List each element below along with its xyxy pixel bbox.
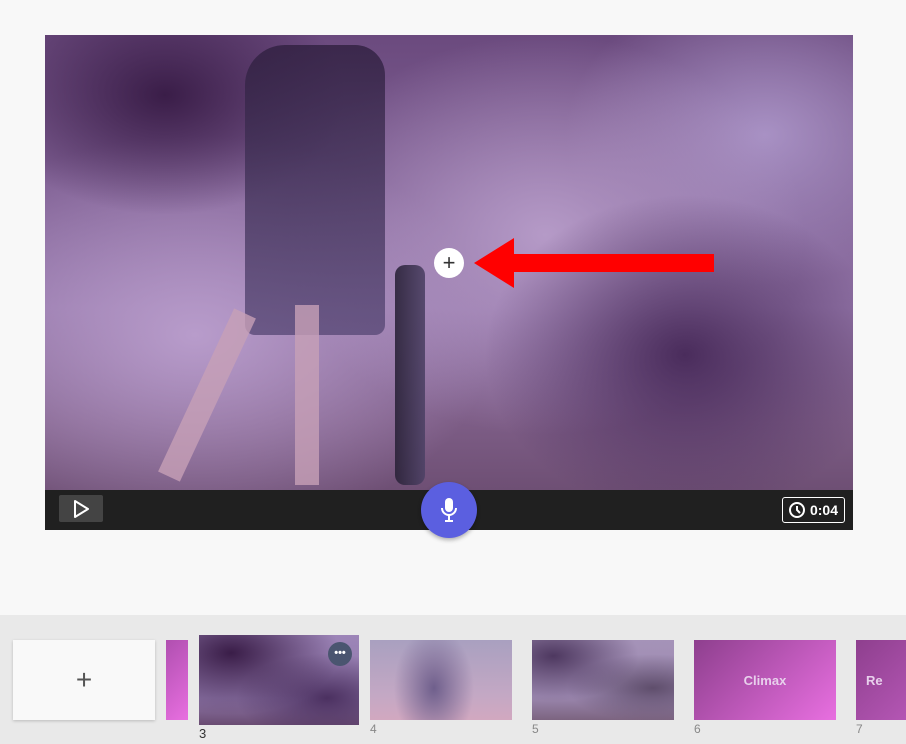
leg [295, 305, 319, 485]
play-icon [74, 499, 89, 518]
slide-thumbnail-7[interactable]: Re [856, 640, 906, 720]
slide-thumbnail-3[interactable]: ••• [199, 635, 359, 725]
slide-thumbnail-6[interactable]: Climax [694, 640, 836, 720]
figure-silhouette [245, 45, 385, 335]
play-button[interactable] [59, 495, 103, 522]
slide-timeline: + ••• 3 4 5 Climax 6 Re 7 [0, 615, 906, 744]
slide-thumbnail-2[interactable] [166, 640, 188, 720]
add-slide-button[interactable]: + [13, 640, 155, 720]
slide-number: 7 [856, 722, 863, 736]
slide-title: Re [866, 672, 883, 688]
slide-number: 6 [694, 722, 701, 736]
slide-thumbnail-4[interactable] [370, 640, 512, 720]
clock-icon [788, 502, 805, 518]
duration-badge[interactable]: 0:04 [781, 497, 845, 523]
red-arrow-annotation [474, 238, 714, 288]
record-narration-button[interactable] [421, 482, 477, 538]
add-media-button[interactable]: + [434, 248, 464, 278]
slide-thumbnail-5[interactable] [532, 640, 674, 720]
slide-number: 3 [199, 726, 207, 741]
duration-text: 0:04 [809, 502, 838, 518]
umbrella [395, 265, 425, 485]
more-options-button[interactable]: ••• [328, 642, 352, 666]
microphone-icon [441, 498, 457, 522]
slide-title: Climax [743, 672, 787, 688]
slide-number: 5 [532, 722, 539, 736]
leg [158, 308, 256, 482]
slide-number: 4 [370, 722, 377, 736]
